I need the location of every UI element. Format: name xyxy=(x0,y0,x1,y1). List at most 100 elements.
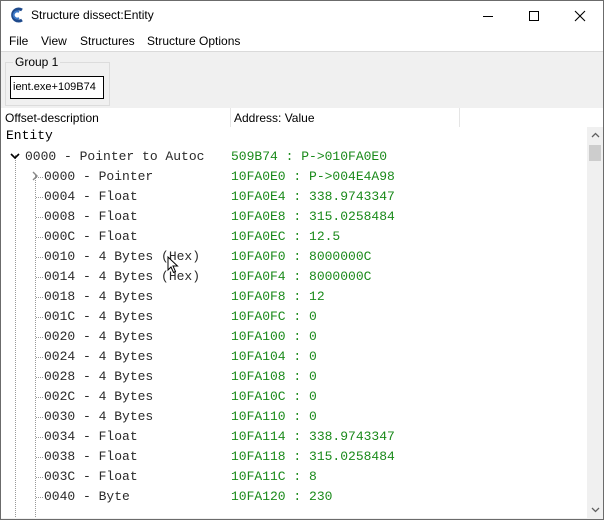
tree-row[interactable]: 0028 - 4 Bytes 10FA108 : 0 xyxy=(1,367,587,387)
tree-line xyxy=(36,297,43,298)
row-value: 10FA120 : 230 xyxy=(231,489,333,504)
tree-line xyxy=(36,417,43,418)
row-description: 003C - Float xyxy=(44,469,138,484)
row-description: 0024 - 4 Bytes xyxy=(44,349,154,364)
column-divider[interactable] xyxy=(459,108,460,127)
row-description: 0028 - 4 Bytes xyxy=(44,369,154,384)
row-description: 0000 - Pointer to Autoc xyxy=(25,149,205,164)
tree-row[interactable]: 0038 - Float 10FA118 : 315.0258484 xyxy=(1,447,587,467)
chevron-up-icon xyxy=(591,132,599,138)
row-description: 0020 - 4 Bytes xyxy=(44,329,154,344)
cheat-engine-icon xyxy=(11,7,23,23)
column-address-value[interactable]: Address: Value xyxy=(234,111,315,125)
row-value: 10FA110 : 0 xyxy=(231,409,317,424)
tree-line xyxy=(36,437,43,438)
row-description: 0040 - Byte xyxy=(44,489,130,504)
group-box: Group 1 ient.exe+109B74 xyxy=(5,55,110,106)
expand-chevron-icon[interactable] xyxy=(30,171,40,181)
tree-row[interactable]: 0024 - 4 Bytes 10FA104 : 0 xyxy=(1,347,587,367)
column-header: Offset-description Address: Value xyxy=(1,108,603,128)
menu-view[interactable]: View xyxy=(41,34,67,48)
tree-line xyxy=(36,377,43,378)
tree-row[interactable]: 0020 - 4 Bytes 10FA100 : 0 xyxy=(1,327,587,347)
tree-row[interactable]: 0040 - Byte 10FA120 : 230 xyxy=(1,487,587,507)
tree-row[interactable]: 0004 - Float 10FA0E4 : 338.9743347 xyxy=(1,187,587,207)
close-button[interactable] xyxy=(557,1,603,31)
tree-line xyxy=(36,457,43,458)
row-value: 10FA108 : 0 xyxy=(231,369,317,384)
menu-file[interactable]: File xyxy=(9,34,28,48)
row-value: 10FA0F4 : 8000000C xyxy=(231,269,372,284)
row-description: 001C - 4 Bytes xyxy=(44,309,154,324)
tree-row[interactable]: 001C - 4 Bytes 10FA0FC : 0 xyxy=(1,307,587,327)
tree-line xyxy=(36,237,43,238)
tree-line xyxy=(36,337,43,338)
tree-row[interactable]: 000C - Float 10FA0EC : 12.5 xyxy=(1,227,587,247)
tree-row[interactable]: 0010 - 4 Bytes (Hex) 10FA0F0 : 8000000C xyxy=(1,247,587,267)
tree-root-row[interactable]: Entity xyxy=(1,127,587,147)
row-value: 10FA118 : 315.0258484 xyxy=(231,449,395,464)
expand-chevron-icon[interactable] xyxy=(10,151,20,161)
menu-structures[interactable]: Structures xyxy=(80,34,135,48)
tree-line xyxy=(36,257,43,258)
row-value: 10FA0EC : 12.5 xyxy=(231,229,341,244)
tree-row[interactable]: 0008 - Float 10FA0E8 : 315.0258484 xyxy=(1,207,587,227)
minimize-button[interactable] xyxy=(465,1,511,31)
row-description: 0018 - 4 Bytes xyxy=(44,289,154,304)
tree-line xyxy=(36,197,43,198)
row-description: 0004 - Float xyxy=(44,189,138,204)
row-value: 10FA0F0 : 8000000C xyxy=(231,249,372,264)
group-label: Group 1 xyxy=(13,55,61,69)
tree-row[interactable]: 0000 - Pointer 10FA0E0 : P->004E4A98 xyxy=(1,167,587,187)
column-offset-description[interactable]: Offset-description xyxy=(5,111,99,125)
scroll-down-arrow[interactable] xyxy=(587,502,603,518)
maximize-icon xyxy=(529,11,539,21)
row-value: 10FA0FC : 0 xyxy=(231,309,317,324)
row-value: 10FA104 : 0 xyxy=(231,349,317,364)
tree-row[interactable]: 003C - Float 10FA11C : 8 xyxy=(1,467,587,487)
vertical-scrollbar[interactable] xyxy=(587,127,603,518)
row-description: 0008 - Float xyxy=(44,209,138,224)
tree-row[interactable]: 0030 - 4 Bytes 10FA110 : 0 xyxy=(1,407,587,427)
window-title: Structure dissect:Entity xyxy=(31,8,154,22)
row-description: 0038 - Float xyxy=(44,449,138,464)
tree-line xyxy=(36,497,43,498)
menu-bar: File View Structures Structure Options xyxy=(1,31,603,52)
row-value: 10FA10C : 0 xyxy=(231,389,317,404)
row-description: 000C - Float xyxy=(44,229,138,244)
title-bar[interactable]: Structure dissect:Entity xyxy=(1,1,603,31)
structure-tree[interactable]: Entity 0000 - Pointer to Autoc 509B74 : … xyxy=(1,127,587,518)
tree-line xyxy=(36,397,43,398)
row-value: 10FA0E0 : P->004E4A98 xyxy=(231,169,395,184)
close-icon xyxy=(574,10,586,22)
chevron-down-icon xyxy=(591,507,599,513)
scroll-up-arrow[interactable] xyxy=(587,127,603,143)
tree-row[interactable]: 002C - 4 Bytes 10FA10C : 0 xyxy=(1,387,587,407)
tree-line xyxy=(36,277,43,278)
row-value: 10FA0E4 : 338.9743347 xyxy=(231,189,395,204)
maximize-button[interactable] xyxy=(511,1,557,31)
row-value: 509B74 : P->010FA0E0 xyxy=(231,149,388,164)
tree-row[interactable]: 0014 - 4 Bytes (Hex) 10FA0F4 : 8000000C xyxy=(1,267,587,287)
row-description: 0000 - Pointer xyxy=(44,169,154,184)
row-value: 10FA114 : 338.9743347 xyxy=(231,429,395,444)
row-value: 10FA11C : 8 xyxy=(231,469,317,484)
row-value: 10FA100 : 0 xyxy=(231,329,317,344)
menu-structure-options[interactable]: Structure Options xyxy=(147,34,240,48)
tree-line xyxy=(36,357,43,358)
tree-row[interactable]: 0018 - 4 Bytes 10FA0F8 : 12 xyxy=(1,287,587,307)
column-divider[interactable] xyxy=(230,108,231,127)
row-value: 10FA0E8 : 315.0258484 xyxy=(231,209,395,224)
minimize-icon xyxy=(483,16,493,17)
row-description: 0034 - Float xyxy=(44,429,138,444)
row-description: 002C - 4 Bytes xyxy=(44,389,154,404)
tree-row[interactable]: 0034 - Float 10FA114 : 338.9743347 xyxy=(1,427,587,447)
structure-dissect-window: Structure dissect:Entity File View Struc… xyxy=(0,0,604,520)
tree-row[interactable]: 0000 - Pointer to Autoc 509B74 : P->010F… xyxy=(1,147,587,167)
address-field[interactable]: ient.exe+109B74 xyxy=(10,76,104,99)
row-value: 10FA0F8 : 12 xyxy=(231,289,325,304)
tree-line xyxy=(36,317,43,318)
tree-root-label: Entity xyxy=(6,128,53,143)
scroll-thumb[interactable] xyxy=(589,145,601,161)
tree-line xyxy=(36,477,43,478)
